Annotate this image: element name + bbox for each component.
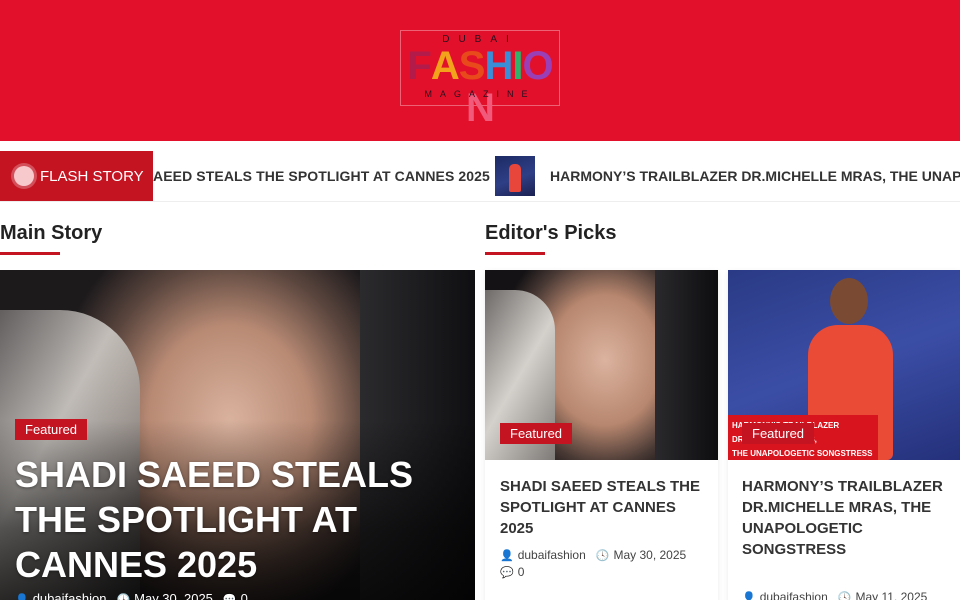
logo-letter: F <box>407 44 431 88</box>
post-date: 🕓 May 30, 2025 <box>116 591 212 600</box>
comment-count[interactable]: 💬 0 <box>500 565 524 579</box>
logo-letter: A <box>430 44 460 88</box>
user-icon: 👤 <box>15 594 29 600</box>
comment-icon: 💬 <box>222 594 237 600</box>
author-link[interactable]: 👤 dubaifashion <box>742 590 828 600</box>
site-header: DUBAI FASHION MAGAZINE <box>0 0 960 141</box>
logo-main-text: FASHION <box>401 45 559 129</box>
main-story-meta: 👤 dubaifashion 🕓 May 30, 2025 💬 0 <box>15 591 248 600</box>
flash-dot-icon <box>14 166 34 186</box>
clock-icon: 🕓 <box>595 550 610 562</box>
ticker-item-link[interactable]: HARMONY’S TRAILBLAZER DR.MICHELLE MRAS, … <box>550 168 960 184</box>
clock-icon: 🕓 <box>837 592 852 600</box>
logo-letter: O <box>522 44 553 88</box>
post-date: 🕓 May 30, 2025 <box>595 548 687 562</box>
featured-badge[interactable]: Featured <box>500 423 573 444</box>
heading-underline <box>485 252 545 255</box>
featured-badge[interactable]: Featured <box>742 423 815 444</box>
editor-pick-meta: 👤 dubaifashion 🕓 May 30, 2025 💬 0 <box>500 548 686 579</box>
main-story-title[interactable]: SHADI SAEED STEALS THE SPOTLIGHT AT CANN… <box>15 452 465 587</box>
main-story-heading: Main Story <box>0 222 103 244</box>
ticker-item-link[interactable]: AEED STEALS THE SPOTLIGHT AT CANNES 2025 <box>153 168 490 184</box>
editors-picks-heading: Editor's Picks <box>485 222 617 244</box>
comment-count[interactable]: 💬 0 <box>223 591 248 600</box>
heading-underline <box>0 252 60 255</box>
news-ticker: FLASH STORY AEED STEALS THE SPOTLIGHT AT… <box>0 150 960 202</box>
editor-pick-meta: 👤 dubaifashion 🕓 May 11, 2025 <box>742 590 927 600</box>
user-icon: 👤 <box>500 550 514 562</box>
site-logo[interactable]: DUBAI FASHION MAGAZINE <box>400 30 560 129</box>
clock-icon: 🕓 <box>116 594 131 600</box>
post-date: 🕓 May 11, 2025 <box>838 590 928 600</box>
author-link[interactable]: 👤 dubaifashion <box>500 548 586 562</box>
user-icon: 👤 <box>742 592 756 600</box>
flash-story-label: FLASH STORY <box>0 151 153 201</box>
logo-letter: S <box>458 44 486 88</box>
author-link[interactable]: 👤 dubaifashion <box>15 591 106 600</box>
flash-story-text: FLASH STORY <box>40 167 144 185</box>
editor-pick-title[interactable]: HARMONY’S TRAILBLAZER DR.MICHELLE MRAS, … <box>742 476 947 560</box>
logo-letter: H <box>484 44 513 88</box>
logo-letter: I <box>512 44 523 88</box>
featured-badge[interactable]: Featured <box>15 419 88 440</box>
logo-bottom-text: MAGAZINE <box>424 89 536 99</box>
ticker-item-thumbnail[interactable] <box>495 156 535 196</box>
editor-pick-title[interactable]: SHADI SAEED STEALS THE SPOTLIGHT AT CANN… <box>500 476 710 539</box>
comment-icon: 💬 <box>500 567 514 579</box>
